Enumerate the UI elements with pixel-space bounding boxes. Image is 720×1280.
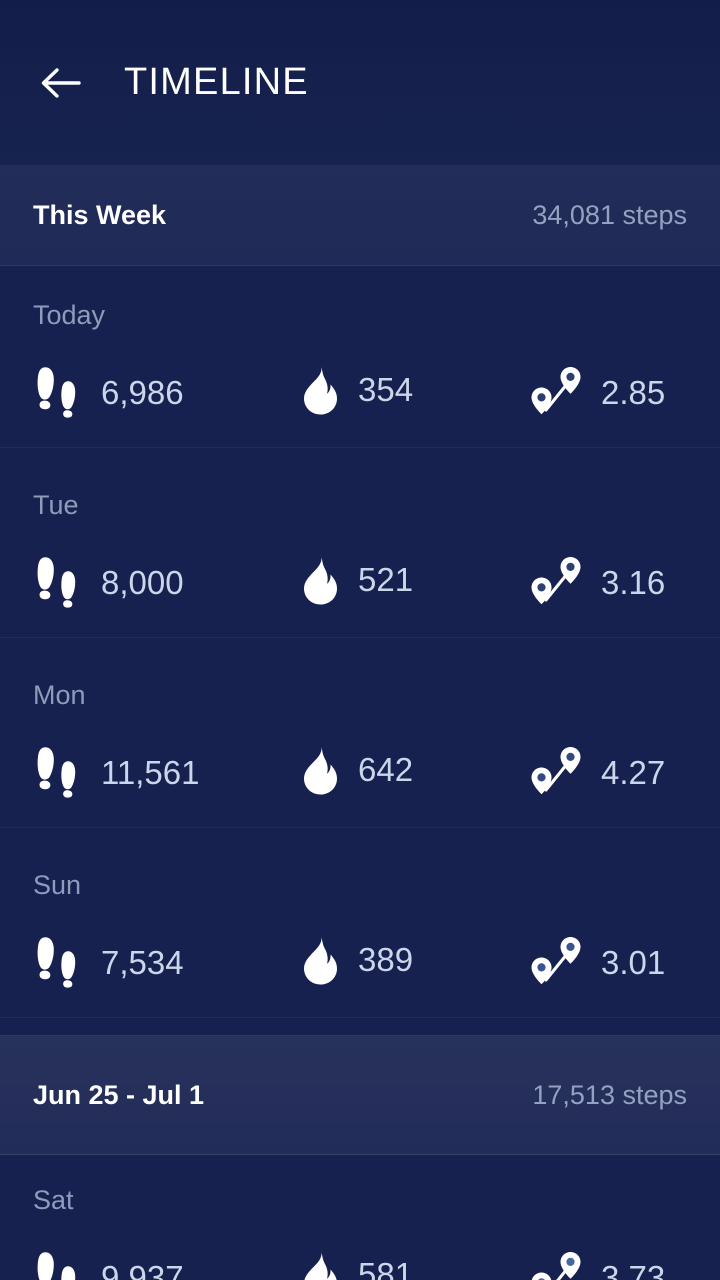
stat-calories: 581: [298, 1249, 413, 1280]
table-row[interactable]: Today 6,986 354 2.85: [0, 266, 720, 448]
stat-steps: 11,561: [33, 744, 199, 802]
table-row[interactable]: Mon 11,561 642 4.27: [0, 638, 720, 828]
footprints-icon: [33, 554, 85, 612]
table-row[interactable]: Tue 8,000 521 3.16: [0, 448, 720, 638]
stat-calories: 642: [298, 744, 413, 796]
steps-value: 9,937: [101, 1259, 184, 1280]
route-pins-icon: [525, 364, 587, 422]
steps-value: 11,561: [101, 754, 200, 791]
footprints-icon: [33, 934, 85, 992]
stat-steps: 7,534: [33, 934, 184, 992]
stat-calories: 354: [298, 364, 413, 416]
distance-value: 4.27: [601, 754, 666, 791]
section-total-steps: 34,081 steps: [532, 199, 687, 230]
calories-value: 581: [358, 1256, 414, 1280]
distance-value: 3.73: [601, 1259, 666, 1280]
day-label: Mon: [33, 680, 86, 710]
distance-value: 3.01: [601, 944, 666, 981]
stat-distance: 3.16: [525, 554, 665, 612]
steps-value: 6,986: [101, 374, 184, 411]
calories-value: 389: [358, 941, 414, 978]
stat-calories: 389: [298, 934, 413, 986]
stat-steps: 8,000: [33, 554, 184, 612]
stat-distance: 2.85: [525, 364, 665, 422]
stat-distance: 3.73: [525, 1249, 665, 1280]
distance-value: 2.85: [601, 374, 666, 411]
arrow-left-icon: [37, 60, 83, 106]
steps-value: 7,534: [101, 944, 184, 981]
app-bar: TIMELINE: [0, 0, 720, 165]
section-title: This Week: [33, 199, 167, 230]
steps-value: 8,000: [101, 564, 184, 601]
section-total-steps: 17,513 steps: [532, 1079, 687, 1110]
table-row[interactable]: Sun 7,534 389 3.01: [0, 828, 720, 1018]
section-header-jun25-jul1[interactable]: Jun 25 - Jul 1 17,513 steps: [0, 1035, 720, 1155]
route-pins-icon: [525, 1249, 587, 1280]
stat-distance: 4.27: [525, 744, 665, 802]
footprints-icon: [33, 364, 85, 422]
distance-value: 3.16: [601, 564, 666, 601]
flame-icon: [298, 744, 342, 796]
page-title: TIMELINE: [124, 61, 309, 103]
calories-value: 642: [358, 751, 414, 788]
flame-icon: [298, 1249, 342, 1280]
section-header-this-week[interactable]: This Week 34,081 steps: [0, 165, 720, 266]
stat-distance: 3.01: [525, 934, 665, 992]
day-label: Today: [33, 300, 106, 330]
stat-calories: 521: [298, 554, 413, 606]
route-pins-icon: [525, 934, 587, 992]
route-pins-icon: [525, 554, 587, 612]
footprints-icon: [33, 1249, 85, 1280]
calories-value: 521: [358, 561, 414, 598]
section-title: Jun 25 - Jul 1: [33, 1079, 205, 1110]
timeline-screen: TIMELINE This Week 34,081 steps Today 6,…: [0, 0, 720, 1280]
day-label: Tue: [33, 490, 79, 520]
day-label: Sun: [33, 870, 82, 900]
flame-icon: [298, 554, 342, 606]
back-button[interactable]: [28, 51, 92, 115]
route-pins-icon: [525, 744, 587, 802]
footprints-icon: [33, 744, 85, 802]
stat-steps: 6,986: [33, 364, 184, 422]
flame-icon: [298, 934, 342, 986]
day-label: Sat: [33, 1185, 74, 1215]
calories-value: 354: [358, 371, 414, 408]
stat-steps: 9,937: [33, 1249, 184, 1280]
table-row[interactable]: Sat 9,937 581 3.73: [0, 1155, 720, 1280]
flame-icon: [298, 364, 342, 416]
